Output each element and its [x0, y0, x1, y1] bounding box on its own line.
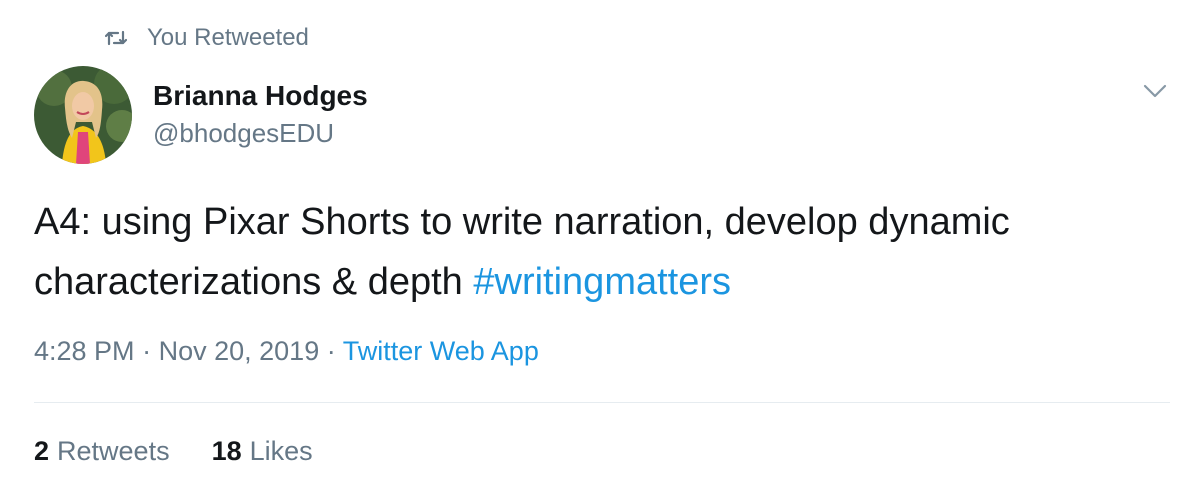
- tweet-text: A4: using Pixar Shorts to write narratio…: [34, 192, 1164, 312]
- likes-stat[interactable]: 18 Likes: [212, 436, 313, 467]
- hashtag-link[interactable]: #writingmatters: [473, 261, 731, 303]
- avatar[interactable]: [34, 66, 132, 164]
- tweet-source-link[interactable]: Twitter Web App: [343, 336, 539, 366]
- likes-count: 18: [211, 436, 242, 466]
- retweets-stat[interactable]: 2 Retweets: [34, 436, 170, 467]
- likes-label: Likes: [249, 436, 313, 466]
- tweet-menu-button[interactable]: [1140, 80, 1170, 102]
- divider: [34, 402, 1170, 403]
- meta-separator: ·: [142, 336, 152, 366]
- retweets-label: Retweets: [57, 436, 170, 466]
- retweet-context: You Retweeted: [105, 22, 309, 54]
- retweets-count: 2: [34, 436, 50, 466]
- retweet-context-label: You Retweeted: [147, 24, 309, 51]
- tweet-card: You Retweeted Brianna Hodges @bhodgesEDU…: [0, 0, 1198, 500]
- tweet-date[interactable]: Nov 20, 2019: [159, 336, 320, 366]
- tweet-metadata: 4:28 PM · Nov 20, 2019 · Twitter Web App: [34, 336, 539, 367]
- retweet-icon: [105, 30, 127, 46]
- meta-separator: ·: [326, 336, 336, 366]
- author-handle[interactable]: @bhodgesEDU: [153, 118, 334, 149]
- author-display-name[interactable]: Brianna Hodges: [153, 80, 368, 112]
- tweet-stats: 2 Retweets 18 Likes: [34, 436, 313, 467]
- chevron-down-icon: [1143, 84, 1167, 98]
- tweet-time[interactable]: 4:28 PM: [34, 336, 135, 366]
